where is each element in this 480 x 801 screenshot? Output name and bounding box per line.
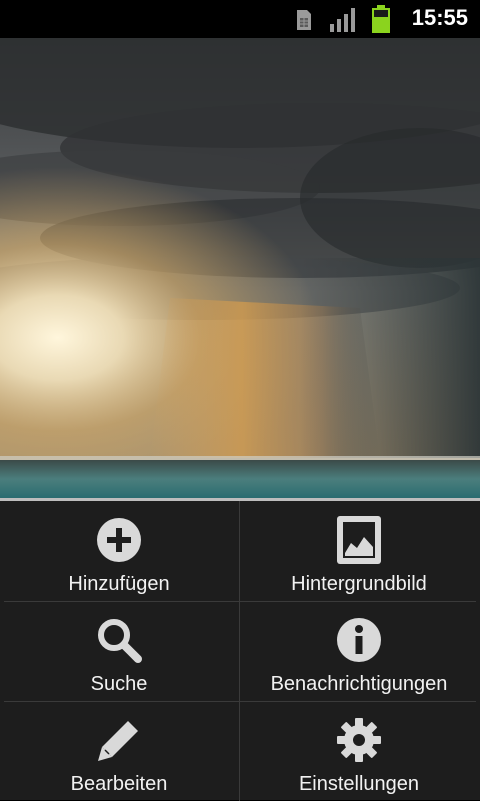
sim-card-icon xyxy=(297,10,311,30)
storm-clouds-sea-wallpaper xyxy=(0,38,480,498)
signal-strength-icon xyxy=(330,8,355,32)
info-icon xyxy=(337,618,381,662)
menu-item-label: Hintergrundbild xyxy=(291,573,427,595)
menu-item-label: Hinzufügen xyxy=(68,573,170,595)
menu-item-notifications[interactable]: Benachrichtigungen xyxy=(240,601,478,700)
battery-charging-icon xyxy=(372,5,390,33)
add-icon xyxy=(97,518,141,562)
clock: 15:55 xyxy=(411,5,468,30)
search-icon xyxy=(98,619,142,663)
settings-icon xyxy=(337,718,381,762)
menu-item-label: Suche xyxy=(90,673,148,695)
menu-item-add[interactable]: Hinzufügen xyxy=(0,501,238,600)
menu-item-search[interactable]: Suche xyxy=(0,601,238,700)
menu-item-wallpaper[interactable]: Hintergrundbild xyxy=(240,501,478,600)
wallpaper-icon xyxy=(337,516,381,564)
edit-icon xyxy=(98,721,138,761)
menu-item-label: Bearbeiten xyxy=(70,773,168,795)
menu-item-settings[interactable]: Einstellungen xyxy=(240,701,478,800)
wallpaper-image xyxy=(0,38,480,498)
menu-item-label: Benachrichtigungen xyxy=(270,673,448,695)
options-menu: Hinzufügen Hintergrundbild Suche Benachr… xyxy=(0,498,480,801)
status-bar: 15:55 xyxy=(0,0,480,38)
menu-item-label: Einstellungen xyxy=(298,773,420,795)
menu-item-edit[interactable]: Bearbeiten xyxy=(0,701,238,800)
